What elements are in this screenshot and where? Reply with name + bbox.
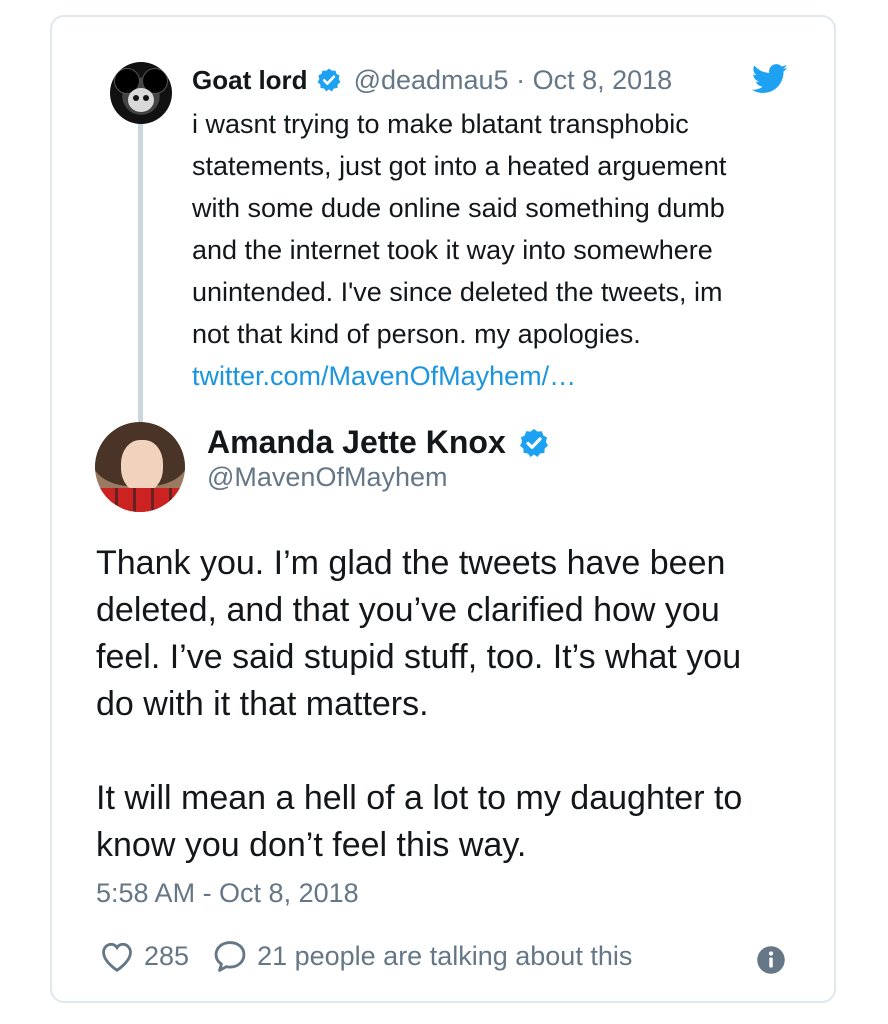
quoted-text-line: with some dude online said something dum… xyxy=(192,193,725,223)
tweet-text-line: It will mean a hell of a lot to my daugh… xyxy=(96,779,743,817)
author-handle[interactable]: @MavenOfMayhem xyxy=(207,462,447,493)
tweet-paragraph: Thank you. I’m glad the tweets have been… xyxy=(96,540,796,728)
quoted-text-line: unintended. I've since deleted the tweet… xyxy=(192,277,723,307)
tweet-text-line: deleted, and that you’ve clarified how y… xyxy=(96,591,720,629)
quoted-tweet-text: i wasnt trying to make blatant transphob… xyxy=(192,103,812,355)
verified-badge-icon xyxy=(317,68,340,92)
quoted-author-name[interactable]: Goat lord xyxy=(192,65,308,96)
quoted-text-line: i wasnt trying to make blatant transphob… xyxy=(192,109,689,139)
heart-icon[interactable] xyxy=(98,937,136,975)
tweet-text-line: feel. I’ve said stupid stuff, too. It’s … xyxy=(96,638,742,676)
goat-lord-avatar[interactable] xyxy=(110,62,172,124)
tweet-text-line: do with it that matters. xyxy=(96,685,429,723)
tweet-paragraph: It will mean a hell of a lot to my daugh… xyxy=(96,775,796,869)
speech-bubble-icon[interactable] xyxy=(211,937,249,975)
tweet-text-line: know you don’t feel this way. xyxy=(96,826,527,864)
quoted-text-line: statements, just got into a heated argue… xyxy=(192,151,727,181)
verified-badge-icon xyxy=(519,428,548,457)
tweet-actions: 285 21 people are talking about this xyxy=(98,932,632,980)
twitter-bird-icon[interactable] xyxy=(752,64,788,94)
like-count[interactable]: 285 xyxy=(144,941,189,972)
talking-count[interactable]: 21 people are talking about this xyxy=(257,941,632,972)
quoted-text-line: not that kind of person. my apologies. xyxy=(192,319,641,349)
info-icon[interactable] xyxy=(756,945,786,975)
quoted-tweet-header: Goat lord @deadmau5 · Oct 8, 2018 xyxy=(192,58,672,102)
author-name[interactable]: Amanda Jette Knox xyxy=(207,424,506,461)
tweet-timestamp[interactable]: 5:58 AM - Oct 8, 2018 xyxy=(96,878,359,909)
amanda-avatar[interactable] xyxy=(95,422,185,512)
tweet-text-line: Thank you. I’m glad the tweets have been xyxy=(96,544,726,582)
thread-connector-line xyxy=(138,120,143,422)
quoted-tweet-link[interactable]: twitter.com/MavenOfMayhem/… xyxy=(192,355,576,397)
quoted-text-line: and the internet took it way into somewh… xyxy=(192,235,713,265)
tweet-text: Thank you. I’m glad the tweets have been… xyxy=(96,540,796,869)
author-name-row: Amanda Jette Knox xyxy=(207,424,550,461)
quoted-handle-date[interactable]: @deadmau5 · Oct 8, 2018 xyxy=(354,65,673,96)
